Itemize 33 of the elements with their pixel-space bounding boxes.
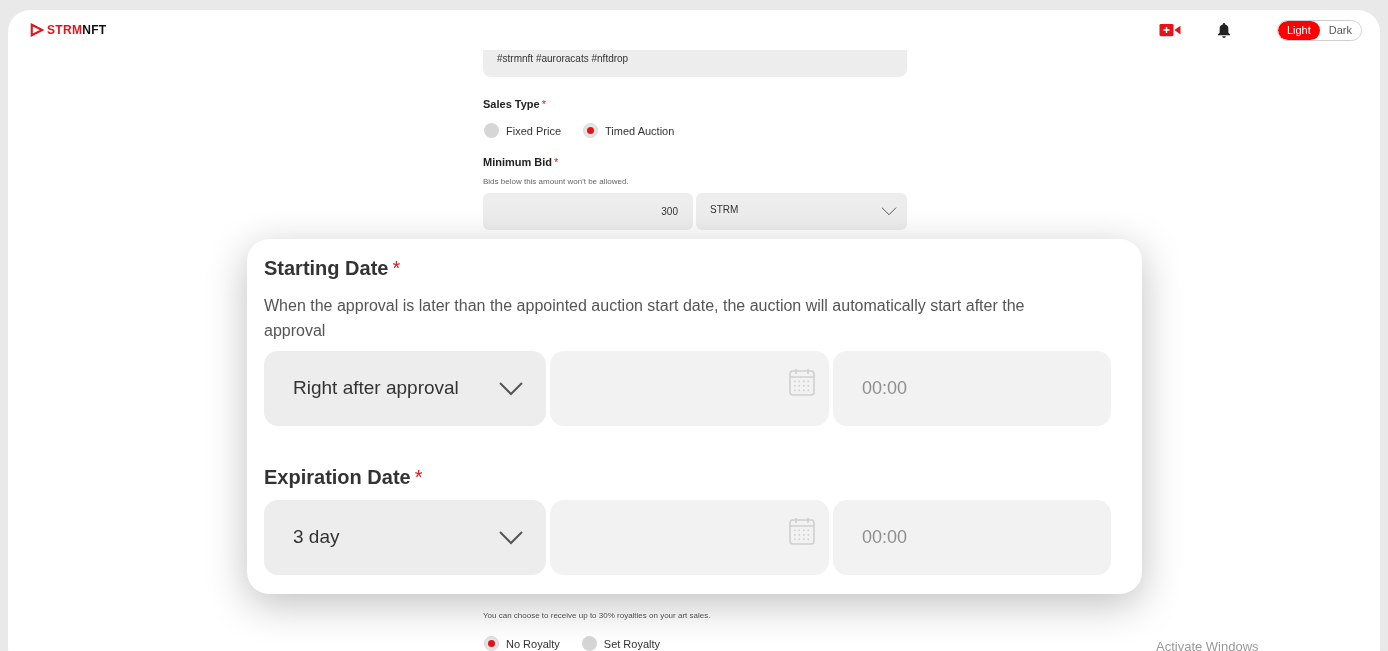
notification-bell-icon[interactable] [1216,22,1231,38]
hint-text: You can choose to receive up to 30% royalties on your art sales. [483,609,712,622]
logo-play-icon [30,23,44,37]
radio-button[interactable] [583,123,599,139]
radio-button[interactable] [484,636,499,651]
radio-option[interactable]: Set Royalty [581,635,661,651]
calendar-icon [789,517,815,545]
sales-type-label: Sales Type * [483,97,547,112]
section-title: Expiration Date * [264,465,424,490]
section-title: Starting Date * [264,256,402,281]
tags-field[interactable]: #strmnft #auroracats #nftdrop [483,50,907,77]
section-description: When the approval is later than the appointed auction start date, the auction will automatically start after the approval [264,296,1026,341]
windows-notice: Activate Windows [1156,638,1259,651]
logo[interactable]: STRMNFT [30,21,107,39]
calendar-icon [789,368,815,396]
radio-option[interactable]: No Royalty [484,635,560,651]
date-field[interactable] [550,500,829,575]
chevron-down-icon [881,206,897,216]
radio-option[interactable]: Timed Auction [583,122,675,139]
theme-option[interactable]: Light [1277,20,1320,40]
radio-button[interactable] [484,123,499,139]
chevron-down-icon [498,381,524,396]
chevron-down-icon [498,530,524,545]
minimum-bid-label: Minimum Bid * [483,155,560,170]
date-option-select[interactable]: 3 day [264,500,546,575]
radio-button[interactable] [581,636,597,651]
radio-option[interactable]: Fixed Price [484,122,562,139]
date-option-select[interactable]: Right after approval [264,351,546,426]
hint-text: Bids below this amount won't be allowed. [483,175,630,188]
bid-amount-field[interactable]: 300 [483,192,693,230]
date-field[interactable] [550,351,829,426]
currency-select[interactable]: STRM [696,192,907,230]
add-video-icon[interactable] [1158,23,1181,37]
